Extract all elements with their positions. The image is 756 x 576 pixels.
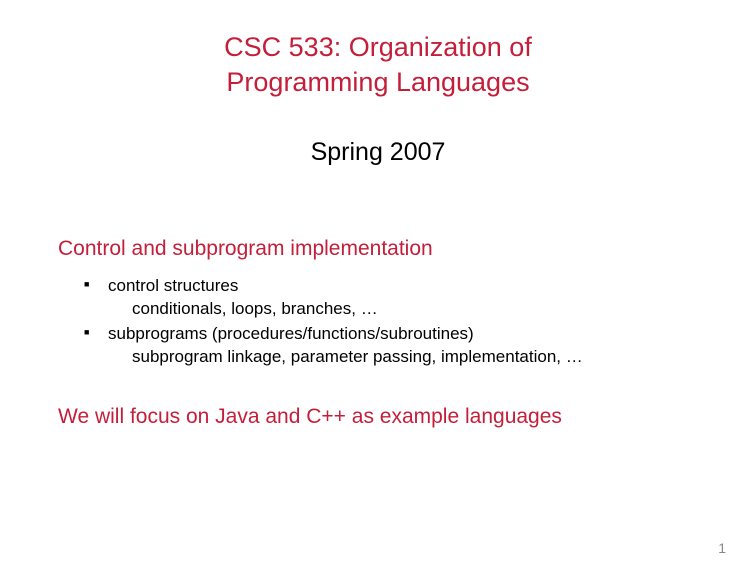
closing-statement: We will focus on Java and C++ as example… (58, 405, 696, 429)
section-heading: Control and subprogram implementation (58, 237, 696, 261)
title-line-1: CSC 533: Organization of (224, 32, 532, 62)
page-number: 1 (718, 540, 726, 556)
list-item: control structures conditionals, loops, … (84, 275, 696, 321)
bullet-main-text: control structures (108, 276, 238, 295)
bullet-sub-text: conditionals, loops, branches, … (108, 298, 696, 321)
bullet-list: control structures conditionals, loops, … (84, 275, 696, 369)
slide-subtitle: Spring 2007 (60, 138, 696, 167)
bullet-main-text: subprograms (procedures/functions/subrou… (108, 324, 474, 343)
slide-title: CSC 533: Organization of Programming Lan… (60, 30, 696, 100)
bullet-sub-text: subprogram linkage, parameter passing, i… (108, 346, 696, 369)
title-line-2: Programming Languages (226, 67, 529, 97)
list-item: subprograms (procedures/functions/subrou… (84, 323, 696, 369)
